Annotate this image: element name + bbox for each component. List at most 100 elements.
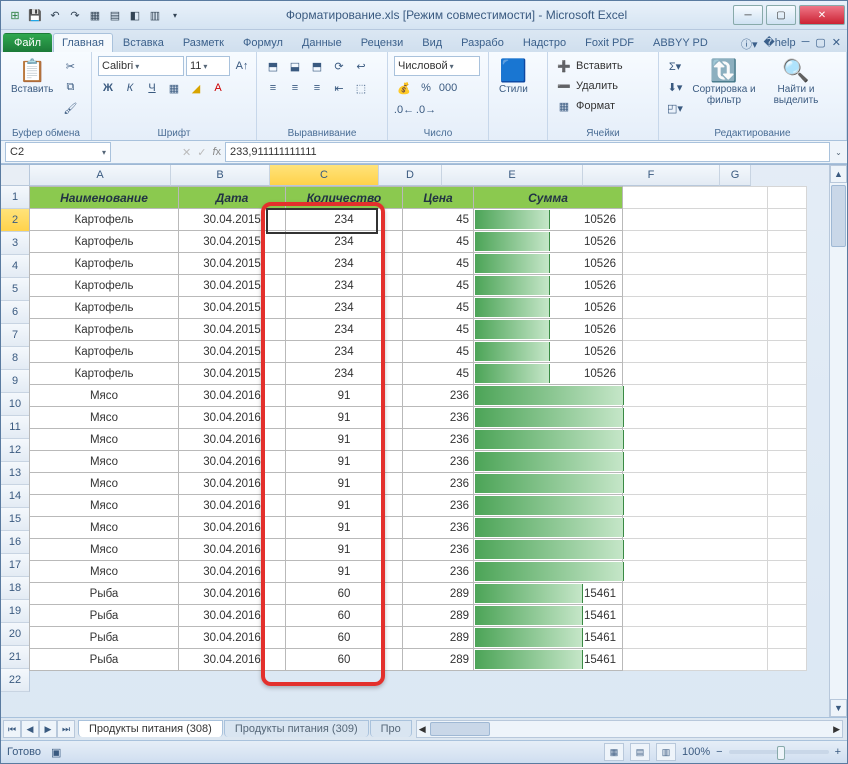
- close-button[interactable]: ✕: [799, 5, 845, 25]
- paste-button[interactable]: 📋 Вставить: [7, 56, 57, 98]
- row-header[interactable]: 13: [1, 462, 30, 485]
- cell[interactable]: 30.04.2015: [179, 209, 286, 231]
- fx-expand-icon[interactable]: ⌄: [830, 148, 847, 157]
- row-header[interactable]: 1: [1, 186, 30, 209]
- cell[interactable]: 30.04.2015: [179, 341, 286, 363]
- cell[interactable]: 234: [286, 253, 403, 275]
- cell[interactable]: Рыба: [30, 605, 179, 627]
- cells-body[interactable]: НаименованиеДатаКоличествоЦенаСуммаКарто…: [29, 186, 829, 717]
- row-header[interactable]: 4: [1, 255, 30, 278]
- zoom-in-icon[interactable]: +: [835, 746, 841, 758]
- sheet-tab-active[interactable]: Продукты питания (308): [78, 720, 223, 737]
- cell[interactable]: 15461: [474, 605, 623, 627]
- name-box[interactable]: C2▾: [5, 142, 111, 162]
- tab-last-icon[interactable]: ⏭: [57, 720, 75, 738]
- page-layout-view-icon[interactable]: ▤: [630, 743, 650, 761]
- cell[interactable]: 91: [286, 495, 403, 517]
- cell[interactable]: Мясо: [30, 561, 179, 583]
- cell[interactable]: 289: [403, 583, 474, 605]
- row-header[interactable]: 12: [1, 439, 30, 462]
- row-header[interactable]: 16: [1, 531, 30, 554]
- cell[interactable]: 30.04.2016: [179, 561, 286, 583]
- cell[interactable]: Картофель: [30, 363, 179, 385]
- align-mid-icon[interactable]: ⬓: [285, 56, 305, 76]
- tab-foxit[interactable]: Foxit PDF: [576, 33, 643, 52]
- cell[interactable]: 45: [403, 341, 474, 363]
- tab-home[interactable]: Главная: [53, 33, 113, 52]
- col-header-G[interactable]: G: [720, 165, 751, 186]
- help-icon[interactable]: �help: [764, 36, 796, 52]
- row-header[interactable]: 14: [1, 485, 30, 508]
- cell[interactable]: Мясо: [30, 539, 179, 561]
- merge-icon[interactable]: ⬚: [351, 78, 371, 98]
- cell[interactable]: 234: [286, 297, 403, 319]
- cell[interactable]: 21546: [474, 451, 623, 473]
- scroll-thumb[interactable]: [831, 185, 846, 247]
- cell[interactable]: Картофель: [30, 319, 179, 341]
- cell[interactable]: 236: [403, 539, 474, 561]
- cell[interactable]: 91: [286, 517, 403, 539]
- cell[interactable]: Мясо: [30, 429, 179, 451]
- row-header[interactable]: 11: [1, 416, 30, 439]
- qat-icon[interactable]: ▤: [107, 7, 123, 23]
- cell[interactable]: 45: [403, 209, 474, 231]
- col-header-A[interactable]: A: [30, 165, 171, 186]
- indent-dec-icon[interactable]: ⇤: [329, 78, 349, 98]
- align-center-icon[interactable]: ≡: [285, 78, 305, 98]
- cell[interactable]: Мясо: [30, 495, 179, 517]
- autosum-icon[interactable]: Σ▾: [665, 56, 685, 76]
- cell[interactable]: 234: [286, 319, 403, 341]
- cell[interactable]: 234: [286, 275, 403, 297]
- tab-prev-icon[interactable]: ◀: [21, 720, 39, 738]
- page-break-view-icon[interactable]: ▥: [656, 743, 676, 761]
- cell[interactable]: 45: [403, 231, 474, 253]
- cell[interactable]: 21546: [474, 539, 623, 561]
- cell[interactable]: 30.04.2015: [179, 275, 286, 297]
- cell[interactable]: 45: [403, 253, 474, 275]
- cell[interactable]: 234: [286, 363, 403, 385]
- cell[interactable]: Картофель: [30, 341, 179, 363]
- cell[interactable]: 236: [403, 473, 474, 495]
- border-icon[interactable]: ▦: [164, 78, 184, 98]
- bold-icon[interactable]: Ж: [98, 78, 118, 98]
- cell[interactable]: 289: [403, 649, 474, 671]
- ribbon-min-icon[interactable]: ⓘ▾: [741, 36, 758, 52]
- row-header[interactable]: 10: [1, 393, 30, 416]
- cell[interactable]: 30.04.2015: [179, 253, 286, 275]
- cell[interactable]: 21546: [474, 429, 623, 451]
- cell[interactable]: 30.04.2016: [179, 407, 286, 429]
- cell[interactable]: 45: [403, 363, 474, 385]
- tab-abbyy[interactable]: ABBYY PD: [644, 33, 717, 52]
- align-bot-icon[interactable]: ⬒: [307, 56, 327, 76]
- cell[interactable]: 10526: [474, 275, 623, 297]
- align-top-icon[interactable]: ⬒: [263, 56, 283, 76]
- horizontal-scrollbar[interactable]: ◀ ▶: [416, 720, 843, 738]
- tab-file[interactable]: Файл: [3, 33, 52, 52]
- cells-delete-button[interactable]: ➖Удалить: [554, 76, 618, 96]
- cell[interactable]: 30.04.2016: [179, 429, 286, 451]
- cell[interactable]: Мясо: [30, 451, 179, 473]
- copy-icon[interactable]: ⧉: [60, 77, 80, 97]
- cell[interactable]: 15461: [474, 627, 623, 649]
- cell[interactable]: 234: [286, 231, 403, 253]
- cell[interactable]: 21546: [474, 407, 623, 429]
- sheet-tab[interactable]: Продукты питания (309): [224, 720, 369, 737]
- cell[interactable]: Картофель: [30, 209, 179, 231]
- currency-icon[interactable]: 💰: [394, 78, 414, 98]
- cell[interactable]: Рыба: [30, 627, 179, 649]
- row-header[interactable]: 19: [1, 600, 30, 623]
- cells-insert-button[interactable]: ➕Вставить: [554, 56, 623, 76]
- row-header[interactable]: 8: [1, 347, 30, 370]
- row-header[interactable]: 22: [1, 669, 30, 692]
- cell[interactable]: 30.04.2016: [179, 605, 286, 627]
- normal-view-icon[interactable]: ▦: [604, 743, 624, 761]
- col-header-B[interactable]: B: [171, 165, 270, 186]
- save-icon[interactable]: 💾: [27, 7, 43, 23]
- row-header[interactable]: 15: [1, 508, 30, 531]
- tab-review[interactable]: Рецензи: [352, 33, 413, 52]
- tab-first-icon[interactable]: ⏮: [3, 720, 21, 738]
- cell[interactable]: 91: [286, 473, 403, 495]
- hscroll-thumb[interactable]: [430, 722, 490, 736]
- cell[interactable]: Мясо: [30, 385, 179, 407]
- wrap-icon[interactable]: ↩: [351, 56, 371, 76]
